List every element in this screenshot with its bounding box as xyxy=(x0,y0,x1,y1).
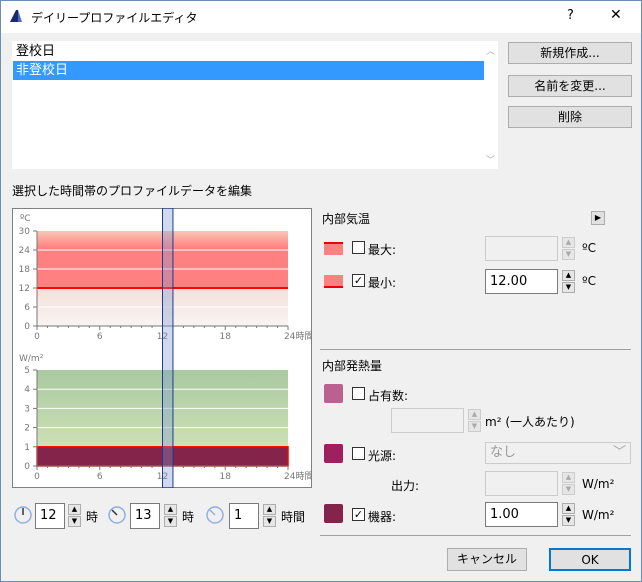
rename-button[interactable]: 名前を変更... xyxy=(508,75,632,97)
scroll-up-icon[interactable]: ︿ xyxy=(486,44,495,57)
output-spinner[interactable]: ▲ ▼ xyxy=(562,472,575,496)
y-tick-label: 12 xyxy=(19,284,30,294)
lighting-swatch xyxy=(324,444,343,463)
y-tick-label: 2 xyxy=(24,424,30,434)
start-unit: 時 xyxy=(86,510,99,524)
min-temp-checkbox[interactable]: ✓ xyxy=(352,274,365,287)
min-temp-input[interactable]: 12.00 xyxy=(485,269,558,294)
list-item[interactable]: 非登校日 xyxy=(13,61,484,80)
delete-button[interactable]: 削除 xyxy=(508,106,632,128)
divider xyxy=(320,535,631,536)
help-button[interactable]: ? xyxy=(567,8,574,23)
x-tick-label: 24時間 xyxy=(284,471,312,482)
max-temp-checkbox[interactable] xyxy=(352,241,365,254)
title-bar: デイリープロファイルエディタ ? ✕ xyxy=(1,1,641,33)
lighting-label: 光源: xyxy=(368,449,397,463)
y-tick-label: 0 xyxy=(24,462,30,472)
profile-charts[interactable]: 061218243006121824時間01234506121824時間 ºC … xyxy=(12,208,312,488)
max-temp-label: 最大: xyxy=(368,243,397,257)
min-temp-spinner[interactable]: ▲ ▼ xyxy=(562,270,575,294)
temp-axis-unit: ºC xyxy=(20,214,31,224)
y-tick-label: 30 xyxy=(19,227,31,237)
lighting-checkbox[interactable] xyxy=(352,447,365,460)
window-title: デイリープロファイルエディタ xyxy=(31,11,198,25)
y-tick-label: 0 xyxy=(24,322,30,332)
equipment-checkbox[interactable]: ✓ xyxy=(352,508,365,521)
heat-section-title: 内部発熱量 xyxy=(322,359,383,373)
start-hour-spinner[interactable]: ▲ ▼ xyxy=(68,504,81,528)
end-hour-spinner[interactable]: ▲ ▼ xyxy=(164,504,177,528)
x-tick-label: 0 xyxy=(34,472,40,482)
x-tick-label: 0 xyxy=(34,332,40,342)
cancel-button[interactable]: キャンセル xyxy=(447,548,527,571)
y-tick-label: 4 xyxy=(24,385,30,395)
lighting-select[interactable]: なし ﹀ xyxy=(485,442,631,464)
equipment-unit: W/m² xyxy=(582,508,615,522)
end-unit: 時 xyxy=(182,510,195,524)
end-hour-input[interactable]: 13 xyxy=(130,503,160,529)
duration-clock-icon xyxy=(206,506,224,524)
occupancy-spinner[interactable]: ▲ ▼ xyxy=(468,409,481,433)
x-tick-label: 24時間 xyxy=(284,331,312,342)
new-button[interactable]: 新規作成... xyxy=(508,42,632,64)
scroll-down-icon[interactable]: ﹀ xyxy=(486,153,495,166)
y-tick-label: 24 xyxy=(19,246,31,256)
y-tick-label: 18 xyxy=(19,265,31,275)
occupancy-input[interactable] xyxy=(391,408,464,433)
start-hour-input[interactable]: 12 xyxy=(35,503,65,529)
duration-unit: 時間 xyxy=(281,510,306,524)
output-unit: W/m² xyxy=(582,477,615,491)
x-tick-label: 18 xyxy=(220,332,232,342)
min-temp-swatch xyxy=(324,275,343,288)
occupancy-unit: m² (一人あたり) xyxy=(485,415,575,429)
equipment-spinner[interactable]: ▲ ▼ xyxy=(562,503,575,527)
max-temp-swatch xyxy=(324,242,343,255)
y-tick-label: 6 xyxy=(24,303,30,313)
min-temp-label: 最小: xyxy=(368,276,397,290)
heat-axis-unit: W/m² xyxy=(19,354,44,364)
duration-spinner[interactable]: ▲ ▼ xyxy=(263,504,276,528)
list-item[interactable]: 登校日 xyxy=(13,42,497,61)
x-tick-label: 6 xyxy=(97,472,103,482)
expand-arrow-button[interactable]: ▶ xyxy=(591,211,605,225)
divider xyxy=(320,349,631,350)
occupancy-swatch xyxy=(324,384,343,403)
y-tick-label: 3 xyxy=(24,404,30,414)
output-input[interactable] xyxy=(485,471,558,496)
equipment-swatch xyxy=(324,504,343,523)
ok-button[interactable]: OK xyxy=(549,548,631,571)
occupancy-checkbox[interactable] xyxy=(352,387,365,400)
equipment-input[interactable]: 1.00 xyxy=(485,502,558,527)
min-temp-unit: ºC xyxy=(582,274,597,288)
equipment-label: 機器: xyxy=(368,510,397,524)
max-temp-spinner[interactable]: ▲ ▼ xyxy=(562,237,575,261)
profile-list[interactable]: 登校日 非登校日 ︿ ﹀ xyxy=(12,41,498,169)
time-selection-band[interactable] xyxy=(162,208,174,488)
start-clock-icon xyxy=(14,506,32,524)
end-clock-icon xyxy=(108,506,126,524)
temp-section-title: 内部気温 xyxy=(322,212,371,226)
x-tick-label: 18 xyxy=(220,472,232,482)
section-label: 選択した時間帯のプロファイルデータを編集 xyxy=(12,184,253,198)
max-temp-unit: ºC xyxy=(582,241,597,255)
chevron-down-icon: ﹀ xyxy=(612,445,626,460)
y-tick-label: 5 xyxy=(24,366,30,376)
occupancy-label: 占有数: xyxy=(368,389,409,403)
close-button[interactable]: ✕ xyxy=(610,7,622,23)
max-temp-input[interactable] xyxy=(485,236,558,261)
duration-input[interactable]: 1 xyxy=(229,503,259,529)
output-label: 出力: xyxy=(391,479,420,493)
y-tick-label: 1 xyxy=(24,443,30,453)
app-icon xyxy=(10,10,22,22)
lighting-select-value: なし xyxy=(490,445,517,460)
x-tick-label: 6 xyxy=(97,332,103,342)
